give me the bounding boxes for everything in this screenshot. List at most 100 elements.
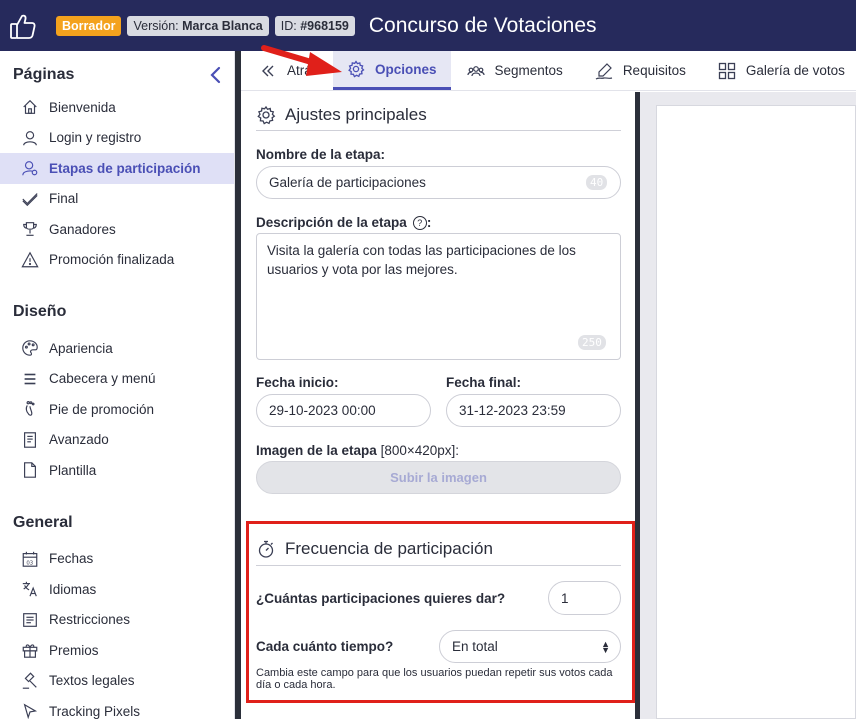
trophy-icon	[20, 219, 40, 239]
user-icon	[20, 128, 40, 148]
sidebar-item-login[interactable]: Login y registro	[0, 123, 234, 154]
sidebar-item-textos-legales[interactable]: Textos legales	[0, 666, 234, 697]
stage-image-size: [800×420px]:	[380, 443, 460, 458]
preview-page	[656, 105, 856, 719]
help-icon[interactable]: ?	[412, 216, 427, 231]
sidebar-item-promocion-finalizada[interactable]: Promoción finalizada	[0, 245, 234, 276]
calendar-icon: 03	[20, 549, 40, 569]
description-char-counter: 250	[578, 335, 606, 350]
section-divider	[256, 130, 621, 131]
sidebar-item-bienvenida[interactable]: Bienvenida	[0, 92, 234, 123]
sidebar-item-label: Premios	[49, 642, 99, 658]
annotation-arrow-icon	[261, 45, 342, 76]
sidebar-item-label: Promoción finalizada	[49, 252, 175, 268]
sidebar-item-premios[interactable]: Premios	[0, 635, 234, 666]
version-label: Versión:	[133, 18, 179, 33]
sidebar-item-final[interactable]: Final	[0, 184, 234, 215]
sidebar-item-idiomas[interactable]: Idiomas	[0, 574, 234, 605]
sidebar-item-label: Apariencia	[49, 340, 113, 356]
gear-icon	[257, 105, 276, 125]
sidebar-item-fechas[interactable]: 03 Fechas	[0, 544, 234, 575]
sidebar-item-label: Restricciones	[49, 612, 131, 628]
tab-segmentos-label: Segmentos	[494, 63, 563, 78]
top-header: Borrador Versión: Marca Blanca ID: #9681…	[0, 0, 856, 51]
sidebar-item-restricciones[interactable]: Restricciones	[0, 605, 234, 636]
frequency-title: Frecuencia de participación	[256, 539, 493, 559]
page-icon	[20, 460, 40, 480]
sidebar-item-pie[interactable]: Pie de promoción	[0, 394, 234, 425]
preview-area	[640, 92, 856, 719]
main-settings-title-text: Ajustes principales	[285, 105, 427, 124]
sidebar-item-label: Tracking Pixels	[49, 703, 141, 719]
sidebar-item-etapas[interactable]: Etapas de participación	[0, 153, 234, 184]
end-date-label: Fecha final:	[446, 375, 522, 390]
description-textarea[interactable]: Visita la galería con todas las particip…	[256, 233, 621, 360]
thumbs-up-logo-icon[interactable]	[0, 0, 46, 51]
sidebar-item-cabecera[interactable]: Cabecera y menú	[0, 364, 234, 395]
sidebar-item-label: Pie de promoción	[49, 401, 155, 417]
id-badge: ID: #968159	[274, 15, 355, 36]
interval-label: Cada cuánto tiempo?	[256, 639, 394, 654]
end-date-input[interactable]: 31-12-2023 23:59	[446, 394, 621, 427]
sidebar-item-label: Final	[49, 191, 79, 207]
section-title-pages: Páginas	[13, 66, 75, 83]
svg-text:03: 03	[26, 560, 33, 566]
gavel-icon	[20, 671, 40, 691]
grid-icon	[718, 62, 736, 80]
stopwatch-icon	[258, 540, 274, 558]
participation-count-label: ¿Cuántas participaciones quieres dar?	[256, 591, 506, 606]
section-title-design: Diseño	[13, 303, 67, 320]
menu-icon	[20, 369, 40, 389]
users-group-icon	[466, 62, 485, 80]
signature-icon	[595, 62, 613, 80]
interval-select[interactable]: En total ▲ ▼	[439, 630, 621, 663]
main-settings-title: Ajustes principales	[256, 105, 427, 125]
upload-image-button[interactable]: Subir la imagen	[256, 461, 621, 494]
tab-opciones-label: Opciones	[375, 61, 437, 77]
sidebar-item-label: Cabecera y menú	[49, 371, 156, 387]
tab-galeria[interactable]: Galería de votos	[702, 51, 855, 90]
participation-count-input[interactable]: 1	[548, 581, 621, 615]
sidebar-item-label: Textos legales	[49, 673, 135, 689]
sidebar-item-plantilla[interactable]: Plantilla	[0, 455, 234, 486]
tab-requisitos-label: Requisitos	[622, 63, 686, 78]
tab-requisitos[interactable]: Requisitos	[579, 51, 702, 90]
warning-icon	[20, 250, 40, 270]
id-label: ID:	[280, 18, 297, 33]
sidebar-item-ganadores[interactable]: Ganadores	[0, 214, 234, 245]
sidebar: Páginas Bienvenida Login y registro Etap…	[0, 51, 235, 719]
stage-name-char-counter: 40	[586, 175, 608, 190]
version-value: Marca Blanca	[182, 18, 263, 33]
sidebar-item-label: Ganadores	[49, 221, 116, 237]
tab-galeria-label: Galería de votos	[745, 63, 845, 78]
restriction-list-icon	[20, 610, 40, 630]
sidebar-item-label: Login y registro	[49, 130, 142, 146]
collapse-sidebar-icon[interactable]	[206, 66, 224, 84]
id-value: #968159	[300, 18, 349, 33]
description-label-colon: :	[426, 215, 432, 230]
sidebar-item-avanzado[interactable]: Avanzado	[0, 425, 234, 456]
translate-icon	[20, 579, 40, 599]
tab-segmentos[interactable]: Segmentos	[451, 51, 579, 90]
palette-icon	[20, 338, 40, 358]
description-label-text: Descripción de la etapa	[256, 215, 407, 230]
description-label: Descripción de la etapa?:	[256, 215, 432, 231]
home-icon	[20, 97, 40, 117]
select-updown-icon: ▲ ▼	[601, 639, 610, 655]
sidebar-item-tracking-pixels[interactable]: Tracking Pixels	[0, 696, 234, 719]
sidebar-item-label: Avanzado	[49, 432, 109, 448]
stage-name-input[interactable]: Galería de participaciones	[256, 166, 621, 199]
checkmark-icon	[20, 189, 40, 209]
start-date-value: 29-10-2023 00:00	[269, 403, 376, 418]
sidebar-item-apariencia[interactable]: Apariencia	[0, 333, 234, 364]
footprint-icon	[20, 399, 40, 419]
section-divider	[256, 565, 621, 566]
gift-icon	[20, 640, 40, 660]
start-date-label: Fecha inicio:	[256, 375, 339, 390]
section-title-general: General	[13, 513, 73, 531]
version-badge: Versión: Marca Blanca	[127, 15, 269, 36]
stage-name-value: Galería de participaciones	[269, 175, 426, 190]
interval-hint: Cambia este campo para que los usuarios …	[256, 667, 613, 691]
start-date-input[interactable]: 29-10-2023 00:00	[256, 394, 431, 427]
tab-opciones[interactable]: Opciones	[333, 51, 451, 90]
